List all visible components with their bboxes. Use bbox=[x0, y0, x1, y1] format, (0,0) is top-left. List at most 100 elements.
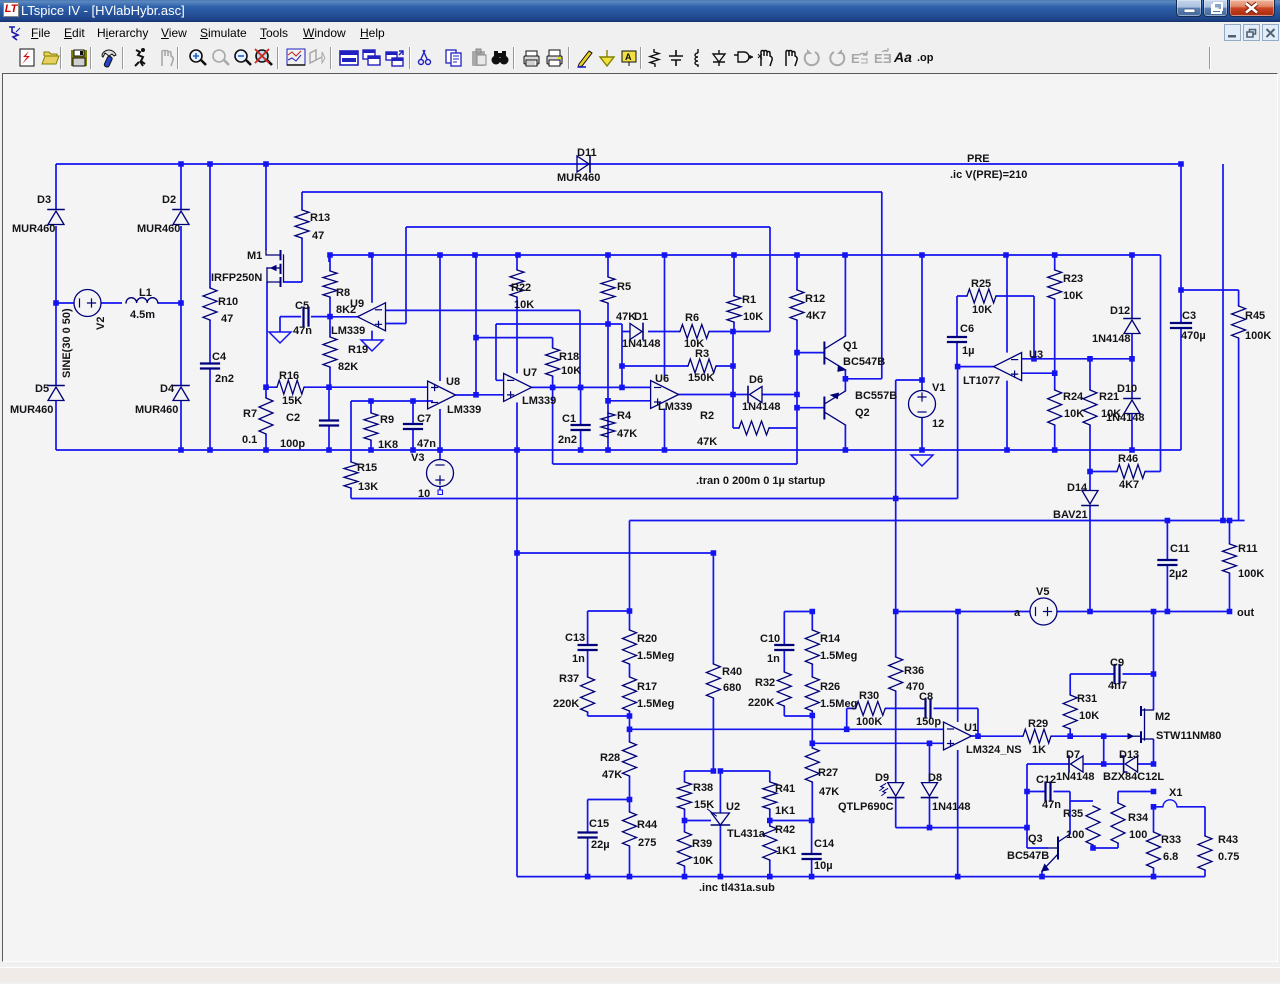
svg-text:R40: R40 bbox=[722, 666, 742, 678]
svg-text:R15: R15 bbox=[357, 462, 377, 474]
svg-text:C1: C1 bbox=[562, 413, 576, 425]
svg-text:D12: D12 bbox=[1110, 305, 1130, 317]
svg-text:BC547B: BC547B bbox=[843, 356, 885, 368]
svg-text:D5: D5 bbox=[35, 383, 49, 395]
svg-text:100K: 100K bbox=[1238, 568, 1264, 580]
svg-text:R32: R32 bbox=[755, 677, 775, 689]
svg-text:R35: R35 bbox=[1063, 808, 1083, 820]
svg-text:12: 12 bbox=[932, 418, 944, 430]
svg-text:1N4148: 1N4148 bbox=[622, 338, 661, 350]
svg-text:L1: L1 bbox=[139, 287, 152, 299]
svg-text:BZX84C12L: BZX84C12L bbox=[1103, 771, 1164, 783]
svg-text:BAV21: BAV21 bbox=[1053, 509, 1088, 521]
svg-text:680: 680 bbox=[723, 682, 741, 694]
svg-text:R22: R22 bbox=[511, 282, 531, 294]
svg-text:10K: 10K bbox=[1063, 290, 1083, 302]
svg-text:1N4148: 1N4148 bbox=[1092, 333, 1131, 345]
svg-text:47n: 47n bbox=[293, 325, 312, 337]
svg-text:LM339: LM339 bbox=[447, 404, 481, 416]
svg-text:47n: 47n bbox=[1042, 799, 1061, 811]
svg-text:C3: C3 bbox=[1182, 310, 1196, 322]
svg-text:47K: 47K bbox=[616, 311, 636, 323]
svg-text:U3: U3 bbox=[1029, 349, 1043, 361]
svg-text:D4: D4 bbox=[160, 383, 175, 395]
svg-text:470µ: 470µ bbox=[1181, 330, 1206, 342]
svg-text:47: 47 bbox=[312, 230, 324, 242]
svg-text:C10: C10 bbox=[760, 633, 780, 645]
svg-text:1K1: 1K1 bbox=[776, 845, 796, 857]
svg-text:1N4148: 1N4148 bbox=[932, 801, 971, 813]
svg-text:R9: R9 bbox=[380, 414, 394, 426]
svg-text:275: 275 bbox=[638, 837, 656, 849]
svg-text:C4: C4 bbox=[212, 351, 227, 363]
svg-text:X1: X1 bbox=[1169, 787, 1182, 799]
svg-text:100: 100 bbox=[1066, 829, 1084, 841]
svg-text:R20: R20 bbox=[637, 633, 657, 645]
svg-text:R2: R2 bbox=[700, 410, 714, 422]
svg-text:C8: C8 bbox=[919, 691, 933, 703]
svg-text:a: a bbox=[1014, 607, 1021, 619]
svg-text:R14: R14 bbox=[820, 633, 841, 645]
svg-text:MUR460: MUR460 bbox=[135, 404, 178, 416]
svg-text:2n2: 2n2 bbox=[558, 434, 577, 446]
svg-text:D6: D6 bbox=[749, 374, 763, 386]
svg-text:4n7: 4n7 bbox=[1108, 680, 1127, 692]
svg-text:D8: D8 bbox=[928, 772, 942, 784]
svg-text:R6: R6 bbox=[685, 312, 699, 324]
svg-text:R10: R10 bbox=[218, 296, 238, 308]
svg-text:100K: 100K bbox=[856, 716, 882, 728]
svg-text:47K: 47K bbox=[819, 786, 839, 798]
svg-text:6.8: 6.8 bbox=[1163, 851, 1178, 863]
svg-text:U9: U9 bbox=[350, 298, 364, 310]
svg-text:1.5Meg: 1.5Meg bbox=[637, 650, 674, 662]
svg-text:U7: U7 bbox=[523, 367, 537, 379]
svg-text:Q1: Q1 bbox=[843, 340, 858, 352]
svg-text:M1: M1 bbox=[247, 250, 262, 262]
svg-text:Q2: Q2 bbox=[855, 407, 870, 419]
svg-text:U2: U2 bbox=[726, 801, 740, 813]
svg-text:R42: R42 bbox=[775, 824, 795, 836]
svg-text:R30: R30 bbox=[859, 690, 879, 702]
svg-text:100: 100 bbox=[1129, 829, 1147, 841]
svg-text:C7: C7 bbox=[417, 413, 431, 425]
svg-text:2µ2: 2µ2 bbox=[1169, 568, 1188, 580]
svg-text:R36: R36 bbox=[904, 665, 924, 677]
svg-text:STW11NM80: STW11NM80 bbox=[1156, 730, 1221, 742]
svg-text:R44: R44 bbox=[637, 819, 658, 831]
svg-text:R45: R45 bbox=[1245, 310, 1265, 322]
svg-text:D3: D3 bbox=[37, 194, 51, 206]
svg-text:U8: U8 bbox=[446, 376, 460, 388]
svg-text:15K: 15K bbox=[282, 395, 302, 407]
svg-text:D7: D7 bbox=[1066, 749, 1080, 761]
svg-text:C5: C5 bbox=[295, 300, 309, 312]
svg-text:R11: R11 bbox=[1238, 543, 1258, 555]
svg-text:D9: D9 bbox=[875, 772, 889, 784]
svg-text:QTLP690C: QTLP690C bbox=[838, 801, 894, 813]
svg-text:MUR460: MUR460 bbox=[557, 172, 600, 184]
svg-text:1K8: 1K8 bbox=[378, 439, 398, 451]
svg-text:1N4148: 1N4148 bbox=[742, 401, 781, 413]
svg-text:0.1: 0.1 bbox=[242, 434, 257, 446]
svg-text:47: 47 bbox=[221, 313, 233, 325]
svg-text:1N4148: 1N4148 bbox=[1056, 771, 1095, 783]
svg-text:R4: R4 bbox=[617, 410, 632, 422]
svg-text:C9: C9 bbox=[1110, 657, 1124, 669]
svg-text:Q3: Q3 bbox=[1028, 833, 1043, 845]
svg-text:MUR460: MUR460 bbox=[12, 223, 55, 235]
svg-text:R33: R33 bbox=[1161, 834, 1181, 846]
svg-text:15K: 15K bbox=[694, 799, 714, 811]
svg-text:V2: V2 bbox=[95, 317, 107, 330]
svg-text:C15: C15 bbox=[589, 818, 609, 830]
svg-text:.tran 0 200m 0 1µ startup: .tran 0 200m 0 1µ startup bbox=[696, 475, 826, 487]
svg-text:R29: R29 bbox=[1028, 718, 1048, 730]
svg-text:TL431a: TL431a bbox=[727, 828, 766, 840]
svg-text:BC547B: BC547B bbox=[1007, 850, 1049, 862]
svg-text:47K: 47K bbox=[697, 436, 717, 448]
svg-text:D14: D14 bbox=[1067, 482, 1088, 494]
svg-text:R31: R31 bbox=[1077, 693, 1097, 705]
svg-text:C2: C2 bbox=[286, 412, 300, 424]
svg-text:1K1: 1K1 bbox=[775, 805, 795, 817]
svg-text:D11: D11 bbox=[577, 147, 597, 159]
svg-text:out: out bbox=[1237, 607, 1254, 619]
svg-text:R24: R24 bbox=[1063, 391, 1084, 403]
